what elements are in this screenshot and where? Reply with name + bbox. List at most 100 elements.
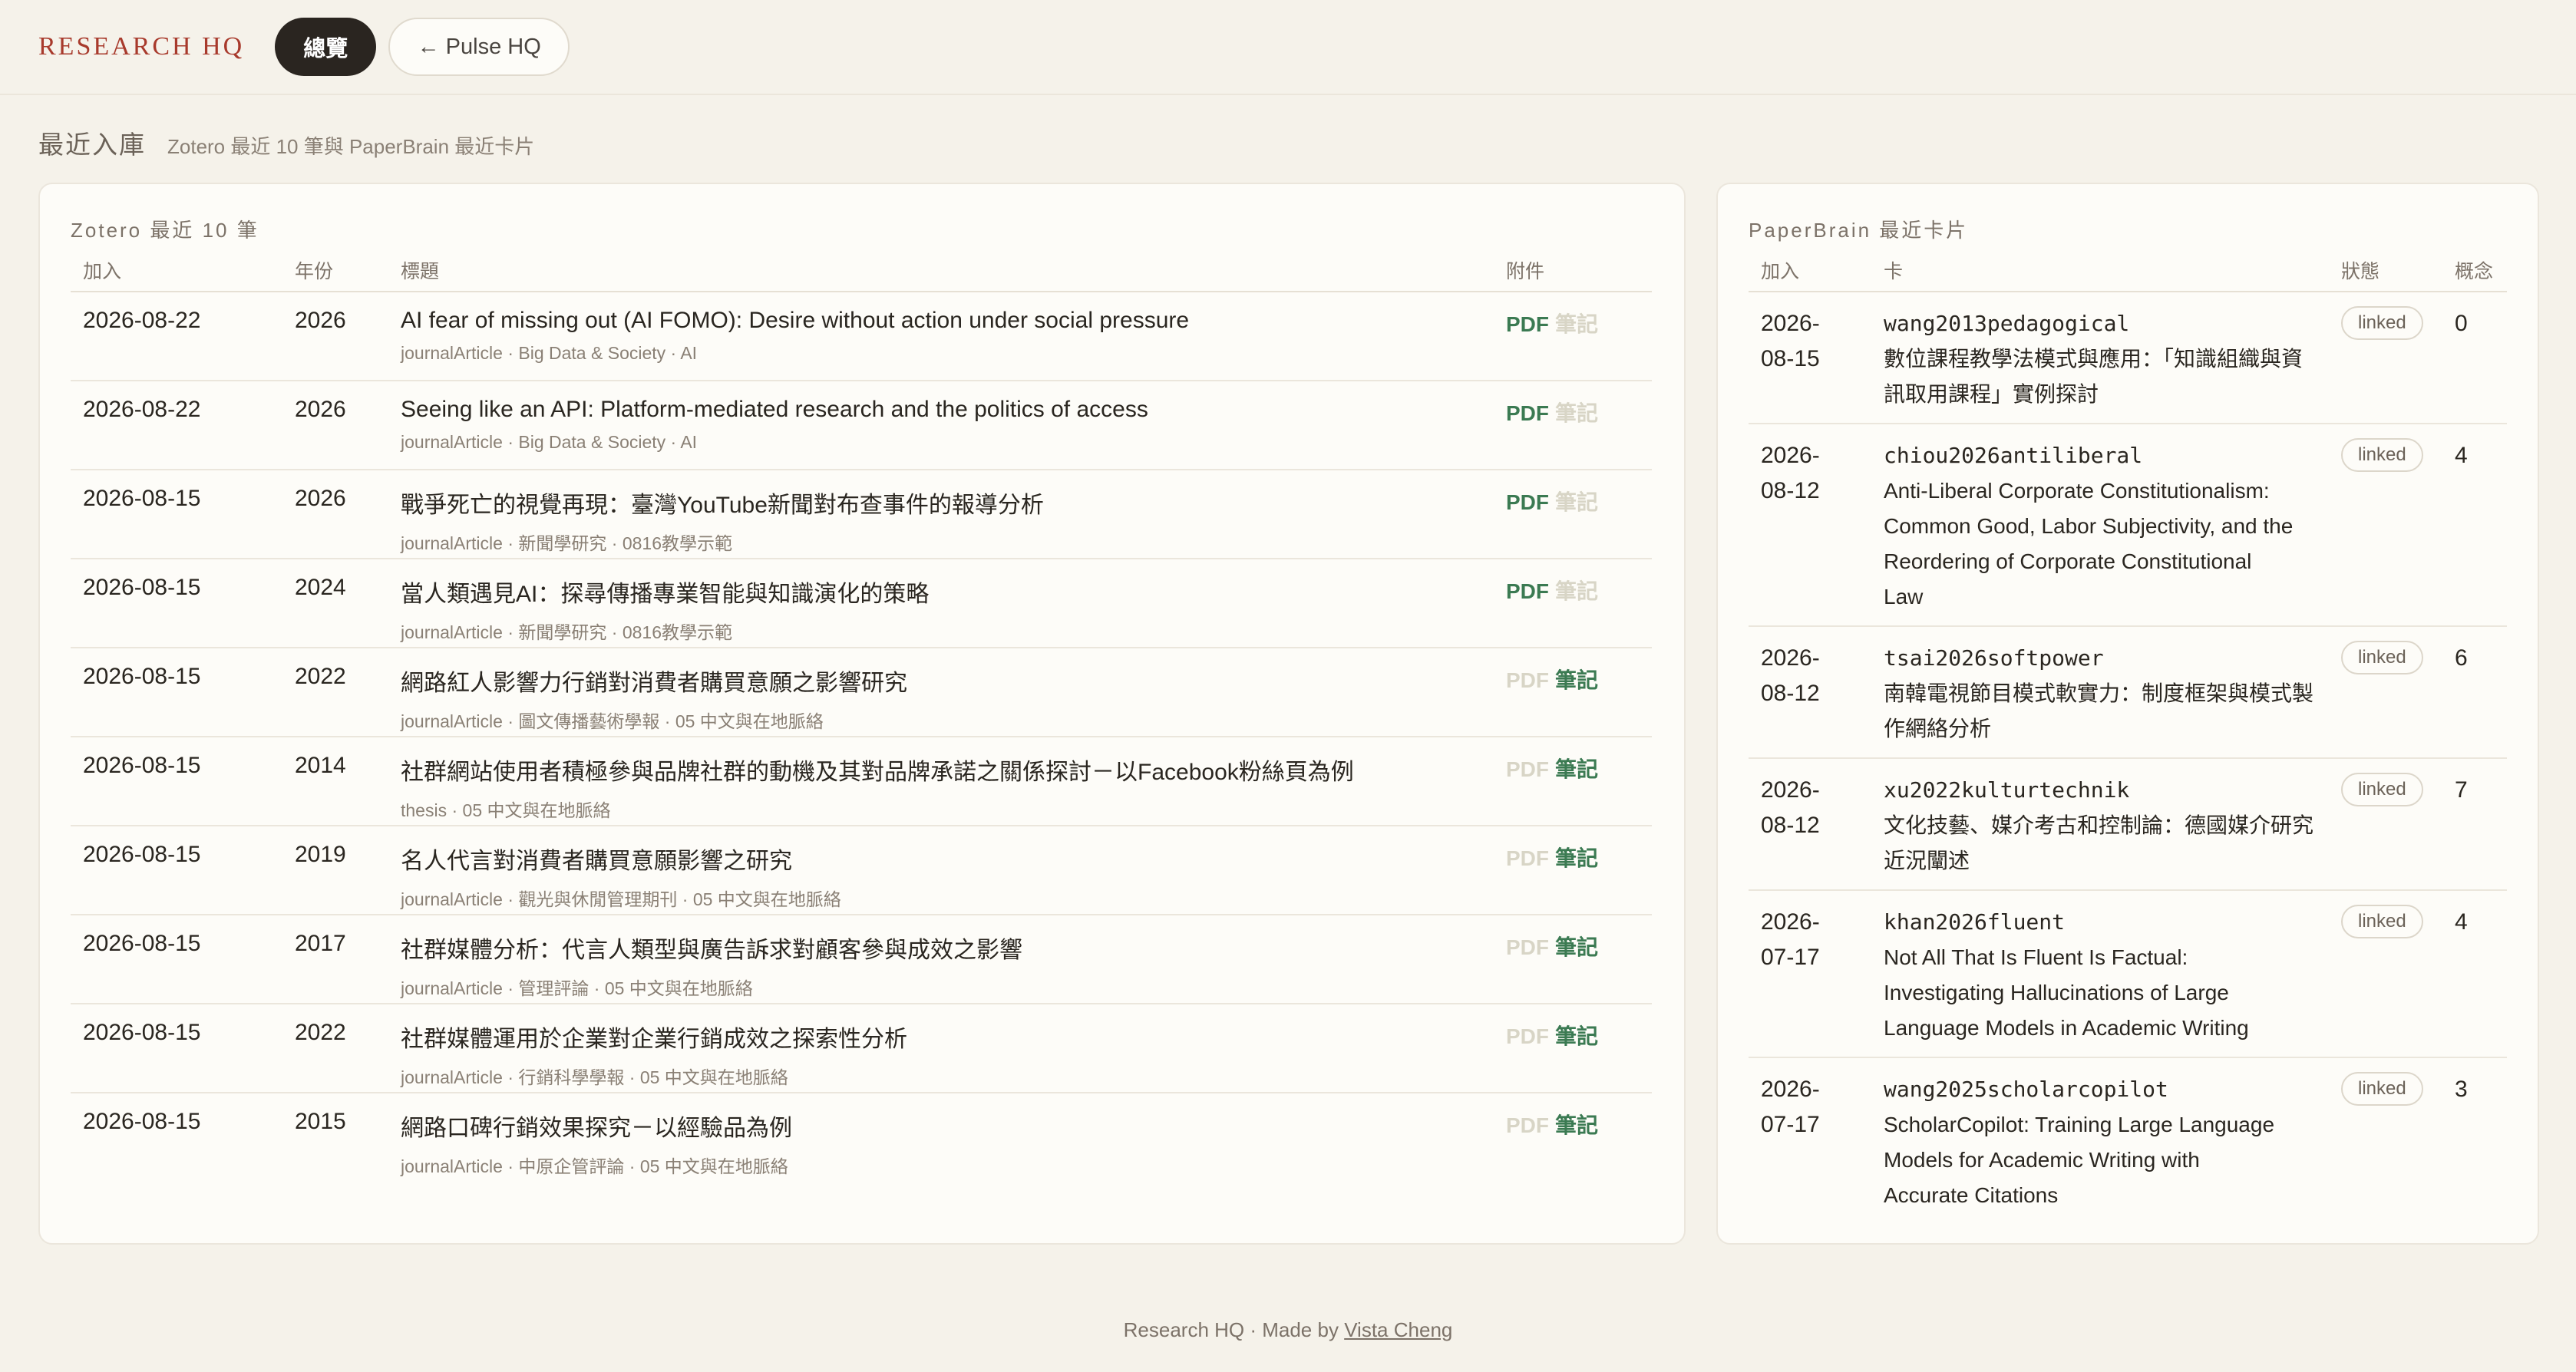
- citation-key[interactable]: wang2013pedagogical: [1884, 306, 2317, 341]
- table-row[interactable]: 2026-08-15 2019 名人代言對消費者購買意願影響之研究 journalAr…: [71, 826, 1652, 915]
- note-link[interactable]: 筆記: [1555, 846, 1598, 870]
- pulse-hq-link[interactable]: ← Pulse HQ: [388, 18, 570, 76]
- status-badge: linked: [2341, 773, 2423, 806]
- note-link[interactable]: 筆記: [1555, 668, 1598, 692]
- publication-year: 2022: [282, 1004, 388, 1093]
- citation-key[interactable]: wang2025scholarcopilot: [1884, 1072, 2317, 1107]
- added-month-day: 08-12: [1761, 813, 1820, 838]
- publication-year: 2026: [282, 292, 388, 381]
- table-row[interactable]: 2026- 08-12 tsai2026softpower 南韓電視節目模式軟實力：制…: [1749, 626, 2507, 759]
- item-title[interactable]: 當人類遇見AI：探尋傳播專業智能與知識演化的策略: [401, 575, 1481, 608]
- table-row[interactable]: 2026-08-15 2015 網路口碑行銷效果探究－以經驗品為例 journalAr…: [71, 1093, 1652, 1182]
- status-badge: linked: [2341, 905, 2423, 938]
- item-title[interactable]: 社群媒體分析：代言人類型與廣告訴求對顧客參與成效之影響: [401, 931, 1481, 965]
- table-row[interactable]: 2026- 08-12 xu2022kulturtechnik 文化技藝、媒介考古和控…: [1749, 758, 2507, 891]
- status-cell: linked: [2329, 626, 2442, 759]
- pdf-link[interactable]: PDF: [1506, 401, 1549, 425]
- publication-year: 2019: [282, 826, 388, 915]
- pdf-link[interactable]: PDF: [1506, 312, 1549, 336]
- card-title-line: Law: [1884, 585, 1924, 608]
- table-row[interactable]: 2026-08-15 2022 社群媒體運用於企業對企業行銷成效之探索性分析 jour…: [71, 1004, 1652, 1093]
- added-date: 2026- 08-12: [1749, 424, 1871, 627]
- item-meta: journalArticle · 圖文傳播藝術學報 · 05 中文與在地脈絡: [401, 711, 824, 731]
- table-row[interactable]: 2026-08-15 2022 網路紅人影響力行銷對消費者購買意願之影響研究 jour…: [71, 648, 1652, 737]
- item-meta: journalArticle · 新聞學研究 · 0816教學示範: [401, 622, 732, 642]
- concept-count: 6: [2442, 626, 2507, 759]
- status-badge: linked: [2341, 306, 2423, 340]
- publication-year: 2017: [282, 915, 388, 1004]
- table-row[interactable]: 2026- 07-17 wang2025scholarcopilot ScholarC…: [1749, 1057, 2507, 1224]
- item-title[interactable]: 社群媒體運用於企業對企業行銷成效之探索性分析: [401, 1020, 1481, 1054]
- card-info: wang2025scholarcopilot ScholarCopilot: Tr…: [1871, 1057, 2329, 1224]
- attachments: PDF 筆記: [1494, 915, 1652, 1004]
- card-title-line: Common Good, Labor Subjectivity, and the: [1884, 514, 2294, 538]
- note-link[interactable]: 筆記: [1555, 1113, 1598, 1137]
- section-header: 最近入庫 Zotero 最近 10 筆與 PaperBrain 最近卡片: [38, 124, 534, 161]
- status-cell: linked: [2329, 424, 2442, 627]
- pdf-link[interactable]: PDF: [1506, 490, 1549, 514]
- item-title[interactable]: 網路口碑行銷效果探究－以經驗品為例: [401, 1109, 1481, 1143]
- added-date: 2026- 07-17: [1749, 1057, 1871, 1224]
- added-date: 2026- 08-12: [1749, 758, 1871, 891]
- table-row[interactable]: 2026-08-22 2026 AI fear of missing out (AI…: [71, 292, 1652, 381]
- item-title[interactable]: Seeing like an API: Platform-mediated re…: [401, 397, 1481, 423]
- item-info: 名人代言對消費者購買意願影響之研究 journalArticle · 觀光與休閒管…: [388, 826, 1494, 915]
- item-title[interactable]: 網路紅人影響力行銷對消費者購買意願之影響研究: [401, 664, 1481, 698]
- card-title-line: 作網絡分析: [1884, 717, 1992, 740]
- table-row[interactable]: 2026-08-15 2017 社群媒體分析：代言人類型與廣告訴求對顧客參與成效之影…: [71, 915, 1652, 1004]
- column-header-title: 標題: [388, 249, 1494, 292]
- pdf-link[interactable]: PDF: [1506, 579, 1549, 603]
- added-date: 2026-08-15: [71, 737, 282, 826]
- added-date: 2026-08-15: [71, 470, 282, 559]
- card-info: chiou2026antiliberal Anti-Liberal Corpora…: [1871, 424, 2329, 627]
- item-title[interactable]: AI fear of missing out (AI FOMO): Desire…: [401, 308, 1481, 334]
- table-row[interactable]: 2026-08-15 2024 當人類遇見AI：探尋傳播專業智能與知識演化的策略 jo…: [71, 559, 1652, 648]
- added-date: 2026-08-15: [71, 826, 282, 915]
- card-info: tsai2026softpower 南韓電視節目模式軟實力：制度框架與模式製 作網絡…: [1871, 626, 2329, 759]
- table-header-row: 加入 年份 標題 附件: [71, 249, 1652, 292]
- item-info: 網路口碑行銷效果探究－以經驗品為例 journalArticle · 中原企管評論…: [388, 1093, 1494, 1182]
- status-badge: linked: [2341, 438, 2423, 472]
- attachments: PDF 筆記: [1494, 559, 1652, 648]
- card-title-line: Reordering of Corporate Constitutional: [1884, 549, 2252, 573]
- tab-overview[interactable]: 總覽: [275, 18, 377, 76]
- note-link[interactable]: 筆記: [1555, 757, 1598, 781]
- item-info: 網路紅人影響力行銷對消費者購買意願之影響研究 journalArticle · 圖…: [388, 648, 1494, 737]
- item-meta: journalArticle · 觀光與休閒管理期刊 · 05 中文與在地脈絡: [401, 889, 841, 909]
- paperbrain-table-body: 2026- 08-15 wang2013pedagogical 數位課程教學法模式與應…: [1749, 292, 2507, 1224]
- added-date: 2026-08-15: [71, 648, 282, 737]
- top-navigation-bar: RESEARCH HQ 總覽 ← Pulse HQ: [0, 0, 2576, 95]
- table-row[interactable]: 2026- 07-17 khan2026fluent Not All That Is …: [1749, 890, 2507, 1058]
- card-info: wang2013pedagogical 數位課程教學法模式與應用：「知識組織與資訊…: [1871, 292, 2329, 424]
- added-month-day: 08-12: [1761, 681, 1820, 706]
- card-title-line: Not All That Is Fluent Is Factual:: [1884, 945, 2188, 969]
- pdf-link: PDF: [1506, 757, 1549, 781]
- note-link[interactable]: 筆記: [1555, 1024, 1598, 1048]
- item-title[interactable]: 社群網站使用者積極參與品牌社群的動機及其對品牌承諾之關係探討－以Facebook…: [401, 753, 1481, 787]
- table-row[interactable]: 2026- 08-15 wang2013pedagogical 數位課程教學法模式與應…: [1749, 292, 2507, 424]
- card-title-line: Accurate Citations: [1884, 1183, 2059, 1207]
- table-row[interactable]: 2026-08-22 2026 Seeing like an API: Platfo…: [71, 381, 1652, 470]
- column-header-card: 卡: [1871, 249, 2329, 292]
- concept-count: 4: [2442, 890, 2507, 1058]
- footer: Research HQ · Made by Vista Cheng: [0, 1318, 2576, 1342]
- attachments: PDF 筆記: [1494, 381, 1652, 470]
- citation-key[interactable]: khan2026fluent: [1884, 905, 2317, 940]
- concept-count: 7: [2442, 758, 2507, 891]
- citation-key[interactable]: chiou2026antiliberal: [1884, 438, 2317, 473]
- footer-text: Research HQ · Made by: [1123, 1318, 1345, 1341]
- zotero-card-title: Zotero 最近 10 筆: [71, 219, 259, 242]
- citation-key[interactable]: tsai2026softpower: [1884, 641, 2317, 676]
- table-row[interactable]: 2026- 08-12 chiou2026antiliberal Anti-Liber…: [1749, 424, 2507, 627]
- table-row[interactable]: 2026-08-15 2026 戰爭死亡的視覺再現：臺灣YouTube新聞對布查事件…: [71, 470, 1652, 559]
- item-title[interactable]: 名人代言對消費者購買意願影響之研究: [401, 842, 1481, 876]
- citation-key[interactable]: xu2022kulturtechnik: [1884, 773, 2317, 808]
- author-link[interactable]: Vista Cheng: [1344, 1318, 1452, 1341]
- table-row[interactable]: 2026-08-15 2014 社群網站使用者積極參與品牌社群的動機及其對品牌承諾之…: [71, 737, 1652, 826]
- brand-logo[interactable]: RESEARCH HQ: [38, 32, 244, 61]
- item-info: 當人類遇見AI：探尋傳播專業智能與知識演化的策略 journalArticle ·…: [388, 559, 1494, 648]
- status-badge: linked: [2341, 1072, 2423, 1106]
- attachments: PDF 筆記: [1494, 470, 1652, 559]
- note-link[interactable]: 筆記: [1555, 935, 1598, 959]
- item-title[interactable]: 戰爭死亡的視覺再現：臺灣YouTube新聞對布查事件的報導分析: [401, 486, 1481, 519]
